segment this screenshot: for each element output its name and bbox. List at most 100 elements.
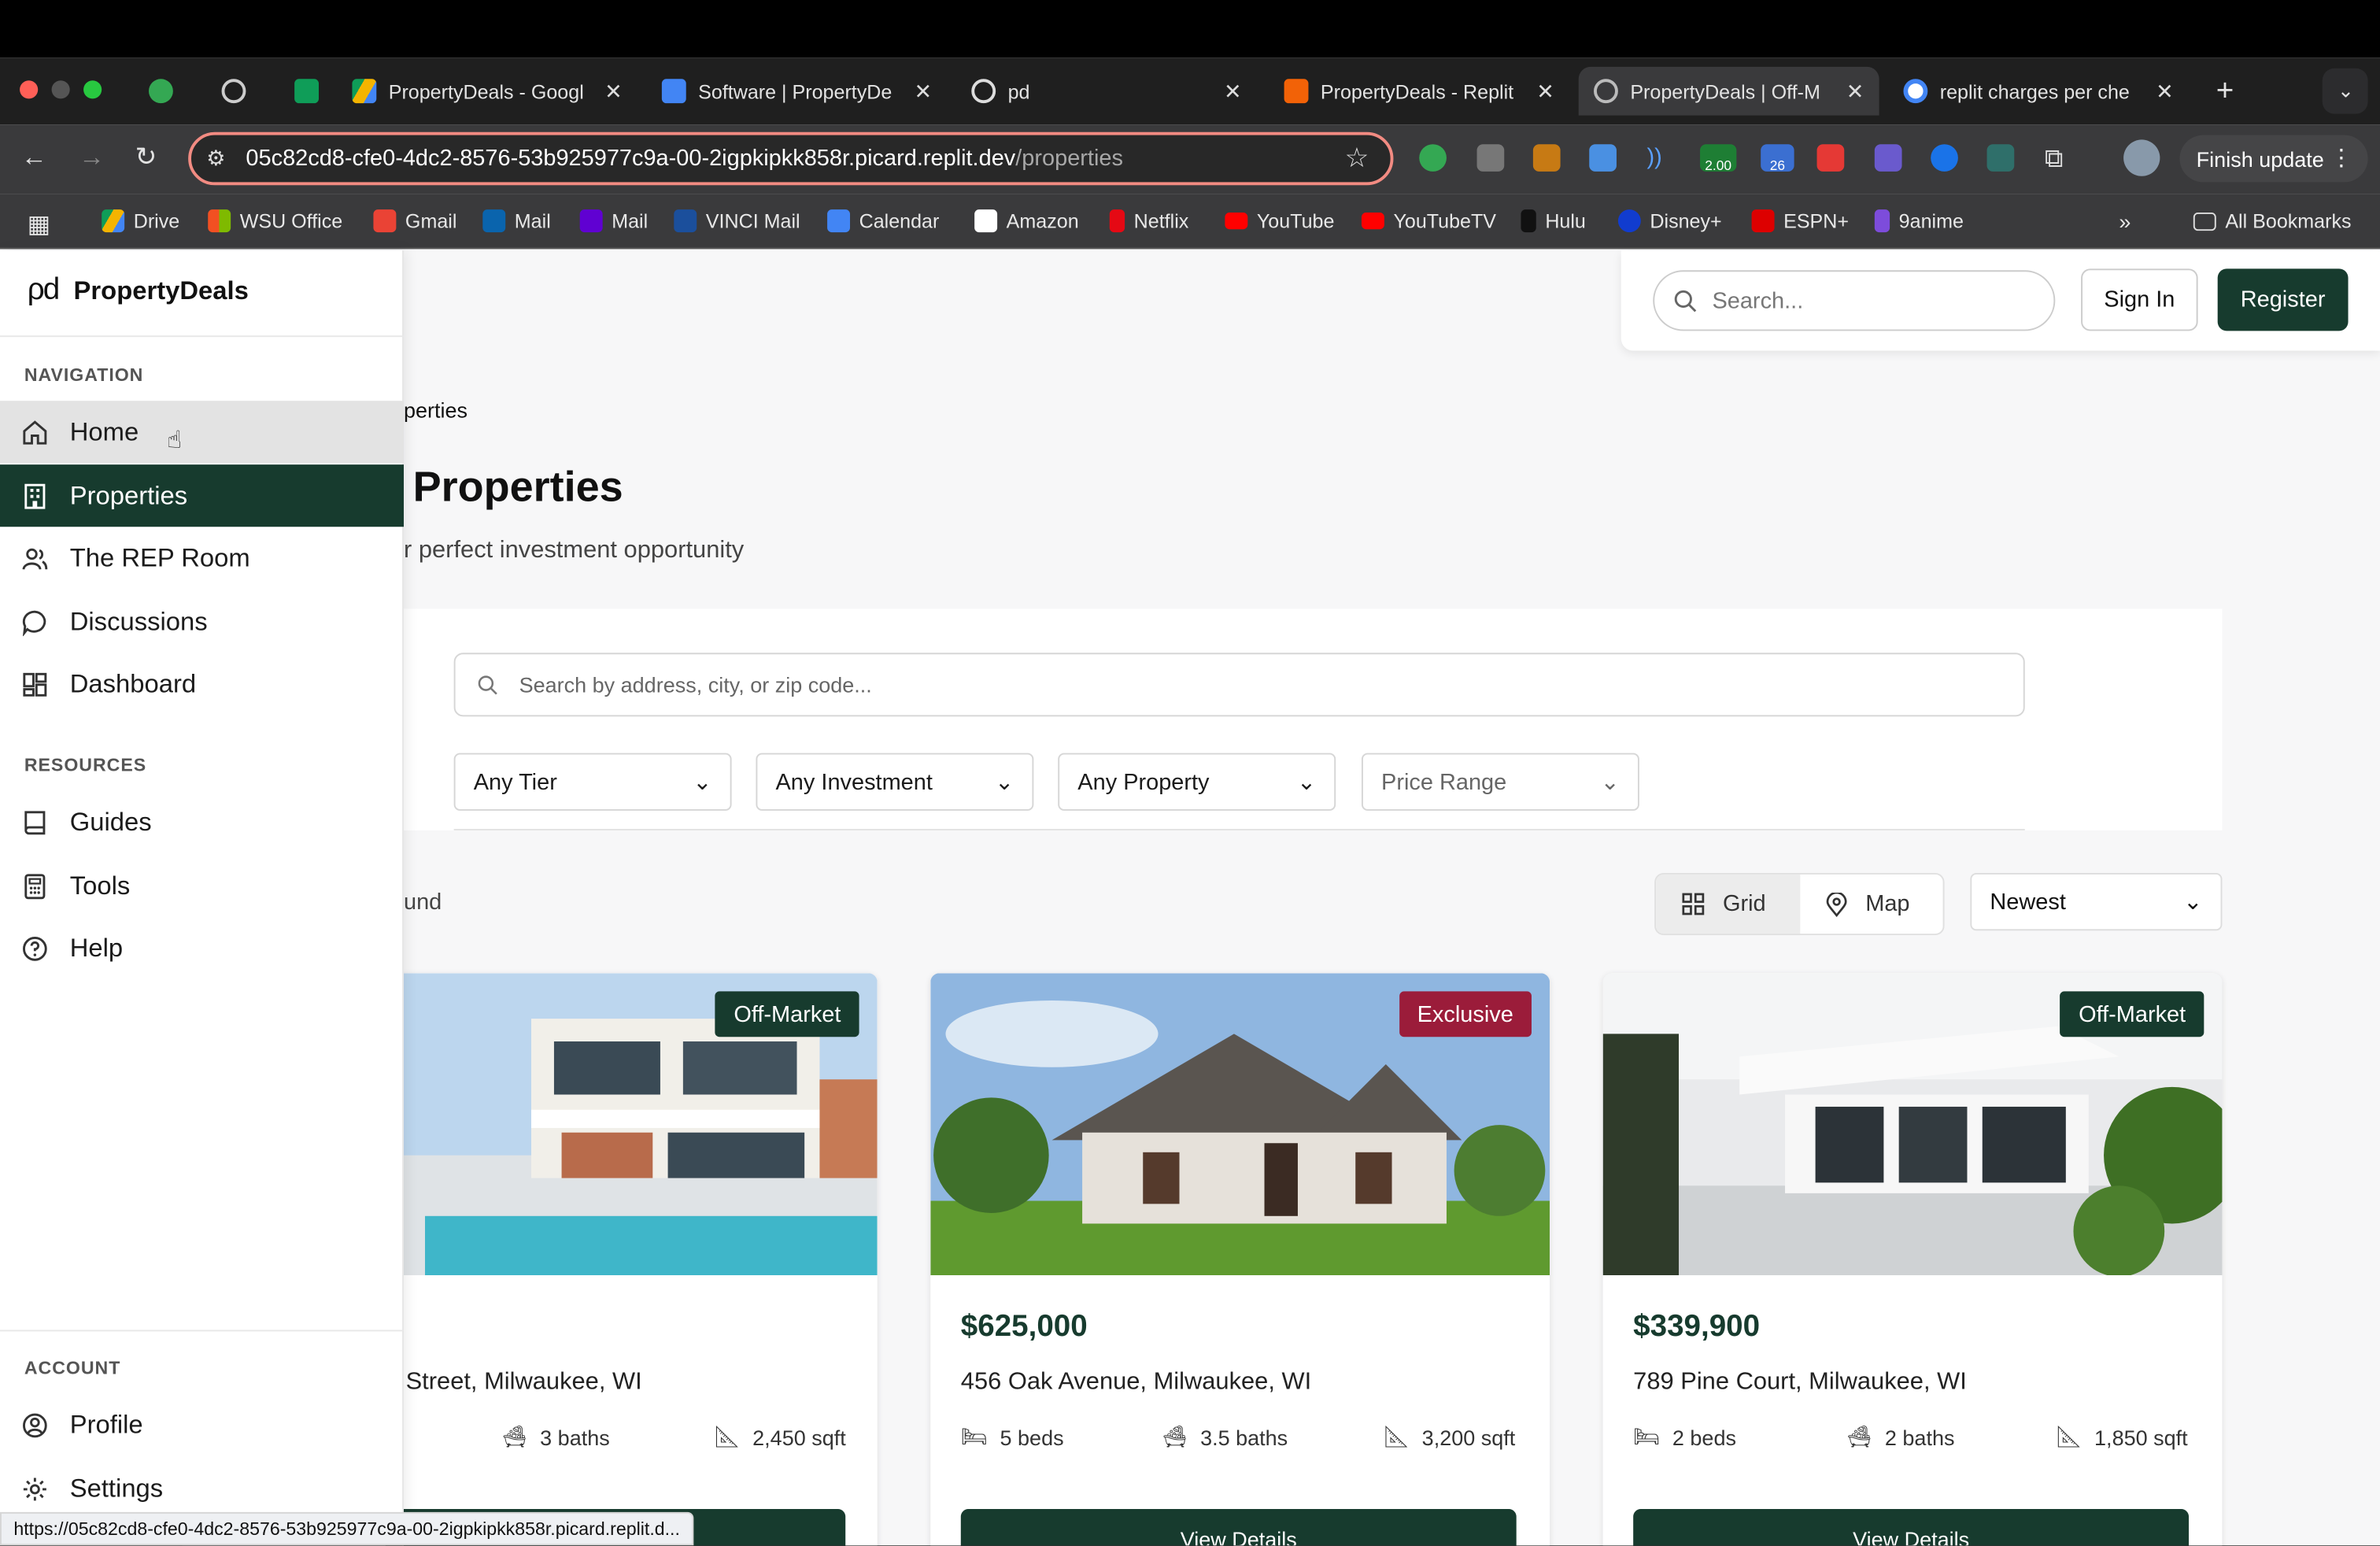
more-bookmarks-icon[interactable]: »	[2119, 209, 2131, 234]
close-tab-icon[interactable]: ✕	[2156, 78, 2174, 104]
map-view-button[interactable]: Map	[1800, 875, 1942, 934]
new-tab-button[interactable]: +	[2201, 67, 2240, 116]
tier-select[interactable]: Any Tier ⌄	[453, 753, 732, 811]
sidebar-item-guides[interactable]: Guides	[0, 791, 404, 853]
sidebar-item-label: Help	[69, 933, 124, 962]
pinned-tab-2[interactable]	[206, 67, 249, 116]
sidebar-item-tools[interactable]: Tools	[0, 855, 404, 917]
bookmark-hulu[interactable]: Hulu	[1521, 209, 1586, 233]
tab-6[interactable]: replit charges per che ✕	[1888, 67, 2189, 116]
extension-icon[interactable]	[1532, 144, 1561, 172]
bookmark-youtubetv[interactable]: YouTubeTV	[1361, 209, 1496, 232]
bookmark-outlook-mail[interactable]: Mail	[482, 209, 551, 233]
brand-logo[interactable]: ρd PropertyDeals	[28, 273, 249, 308]
bookmark-calendar[interactable]: Calendar	[827, 209, 939, 233]
minimize-window-button[interactable]	[51, 80, 70, 99]
chevron-down-icon: ⌄	[1296, 769, 1317, 796]
investment-select[interactable]: Any Investment ⌄	[756, 753, 1034, 811]
header-search-input[interactable]: Search...	[1653, 270, 2056, 331]
pinned-tab-3[interactable]	[279, 67, 322, 116]
translate-extension-icon[interactable]	[1589, 144, 1617, 172]
close-tab-icon[interactable]: ✕	[1846, 78, 1864, 104]
apps-grid-icon[interactable]: ▦	[28, 209, 50, 240]
sign-in-button[interactable]: Sign In	[2081, 268, 2198, 331]
audio-extension-icon[interactable]: ))	[1647, 144, 1675, 172]
bookmark-yahoo-mail[interactable]: Mail	[579, 209, 648, 233]
bookmark-9anime[interactable]: 9anime	[1874, 209, 1964, 233]
extension-icon[interactable]	[1874, 144, 1902, 172]
filter-divider	[453, 829, 2025, 830]
extension-icon[interactable]	[1931, 144, 1958, 172]
property-address: e Street, Milwaukee, WI	[385, 1369, 642, 1396]
baths-value: 3.5 baths	[1200, 1424, 1288, 1449]
property-search-input[interactable]: Search by address, city, or zip code...	[453, 653, 2025, 717]
netflix-icon	[1109, 209, 1125, 233]
sidebar-item-home[interactable]: Home ☝︎	[0, 401, 405, 464]
tab-3[interactable]: pd ✕	[956, 67, 1257, 116]
forward-button[interactable]: →	[79, 142, 105, 173]
extension-icon[interactable]	[1476, 144, 1505, 172]
sidebar-item-label: The REP Room	[69, 542, 250, 572]
extensions-puzzle-icon[interactable]: ⧉	[2045, 144, 2072, 173]
finish-update-button[interactable]: Finish update ⋮	[2179, 135, 2368, 183]
tab-2[interactable]: Software | PropertyDe ✕	[647, 67, 948, 116]
sidebar-item-settings[interactable]: Settings	[0, 1457, 404, 1519]
tab-4[interactable]: PropertyDeals - Replit ✕	[1269, 67, 1569, 116]
sidebar-item-rep-room[interactable]: The REP Room	[0, 527, 404, 589]
bookmark-wsu-office[interactable]: WSU Office	[208, 209, 342, 233]
bookmark-espn-plus[interactable]: ESPN+	[1751, 209, 1849, 233]
bookmark-disney-plus[interactable]: Disney+	[1617, 209, 1722, 233]
bookmark-star-icon[interactable]: ☆	[1344, 142, 1369, 175]
close-tab-icon[interactable]: ✕	[1536, 78, 1554, 104]
search-icon	[478, 675, 497, 695]
sidebar-item-label: Discussions	[69, 606, 208, 636]
calendar-badge-value: 26	[1769, 157, 1786, 173]
pinned-app-icon	[149, 79, 173, 104]
zoom-window-button[interactable]	[83, 80, 102, 99]
property-card[interactable]: Off-Market $339,900 789 Pine Court, Milw…	[1602, 973, 2223, 1546]
bookmark-vinci-mail[interactable]: VINCI Mail	[674, 209, 800, 233]
tab-5-active[interactable]: PropertyDeals | Off-M ✕	[1578, 66, 1879, 116]
sidebar-item-properties[interactable]: Properties	[0, 464, 405, 527]
close-tab-icon[interactable]: ✕	[604, 78, 623, 104]
extension-badge-icon[interactable]: 2.00	[1700, 144, 1737, 173]
sidebar-item-dashboard[interactable]: Dashboard	[0, 653, 404, 715]
bookmark-drive[interactable]: Drive	[102, 209, 179, 233]
avatar[interactable]	[2123, 139, 2160, 176]
property-card[interactable]: Exclusive $625,000 456 Oak Avenue, Milwa…	[930, 973, 1550, 1546]
back-button[interactable]: ←	[21, 142, 47, 173]
status-badge: Exclusive	[1399, 991, 1532, 1037]
breadcrumb: perties	[404, 398, 468, 423]
extension-icon[interactable]	[1419, 144, 1447, 172]
close-tab-icon[interactable]: ✕	[915, 78, 933, 104]
close-tab-icon[interactable]: ✕	[1224, 78, 1242, 104]
property-type-select[interactable]: Any Property ⌄	[1058, 753, 1336, 811]
tab-1[interactable]: PropertyDeals - Googl ✕	[337, 67, 638, 116]
price-range-select[interactable]: Price Range ⌄	[1361, 753, 1639, 811]
view-details-button[interactable]: View Details	[1633, 1509, 2190, 1546]
status-badge: Off-Market	[2060, 991, 2204, 1037]
todoist-extension-icon[interactable]	[1816, 144, 1845, 172]
calendar-extension-icon[interactable]: 26	[1761, 144, 1794, 173]
all-bookmarks-button[interactable]: All Bookmarks	[2193, 209, 2352, 232]
bookmark-netflix[interactable]: Netflix	[1109, 209, 1188, 233]
reload-button[interactable]: ↻	[135, 142, 157, 173]
bookmark-youtube[interactable]: YouTube	[1225, 209, 1334, 232]
register-button[interactable]: Register	[2217, 268, 2349, 331]
sidebar-item-help[interactable]: Help	[0, 917, 404, 979]
sidebar-item-discussions[interactable]: Discussions	[0, 590, 404, 653]
property-price: $625,000	[960, 1310, 1088, 1344]
tab-search-button[interactable]: ⌄	[2322, 68, 2368, 114]
grid-view-button[interactable]: Grid	[1656, 874, 1801, 934]
bookmark-gmail[interactable]: Gmail	[373, 209, 456, 233]
extension-icon[interactable]	[1986, 144, 2015, 172]
address-bar[interactable]: ⚙ 05c82cd8-cfe0-4dc2-8576-53b925977c9a-0…	[188, 131, 1394, 186]
sidebar-item-profile[interactable]: Profile	[0, 1393, 404, 1455]
view-details-button[interactable]: View Details	[960, 1509, 1517, 1546]
sort-select[interactable]: Newest ⌄	[1970, 872, 2223, 931]
pinned-tab-1[interactable]	[134, 67, 176, 116]
close-window-button[interactable]	[20, 80, 39, 99]
bookmark-amazon[interactable]: Amazon	[974, 209, 1079, 233]
header-search-placeholder: Search...	[1712, 287, 1804, 314]
site-info-icon[interactable]: ⚙	[206, 146, 225, 172]
